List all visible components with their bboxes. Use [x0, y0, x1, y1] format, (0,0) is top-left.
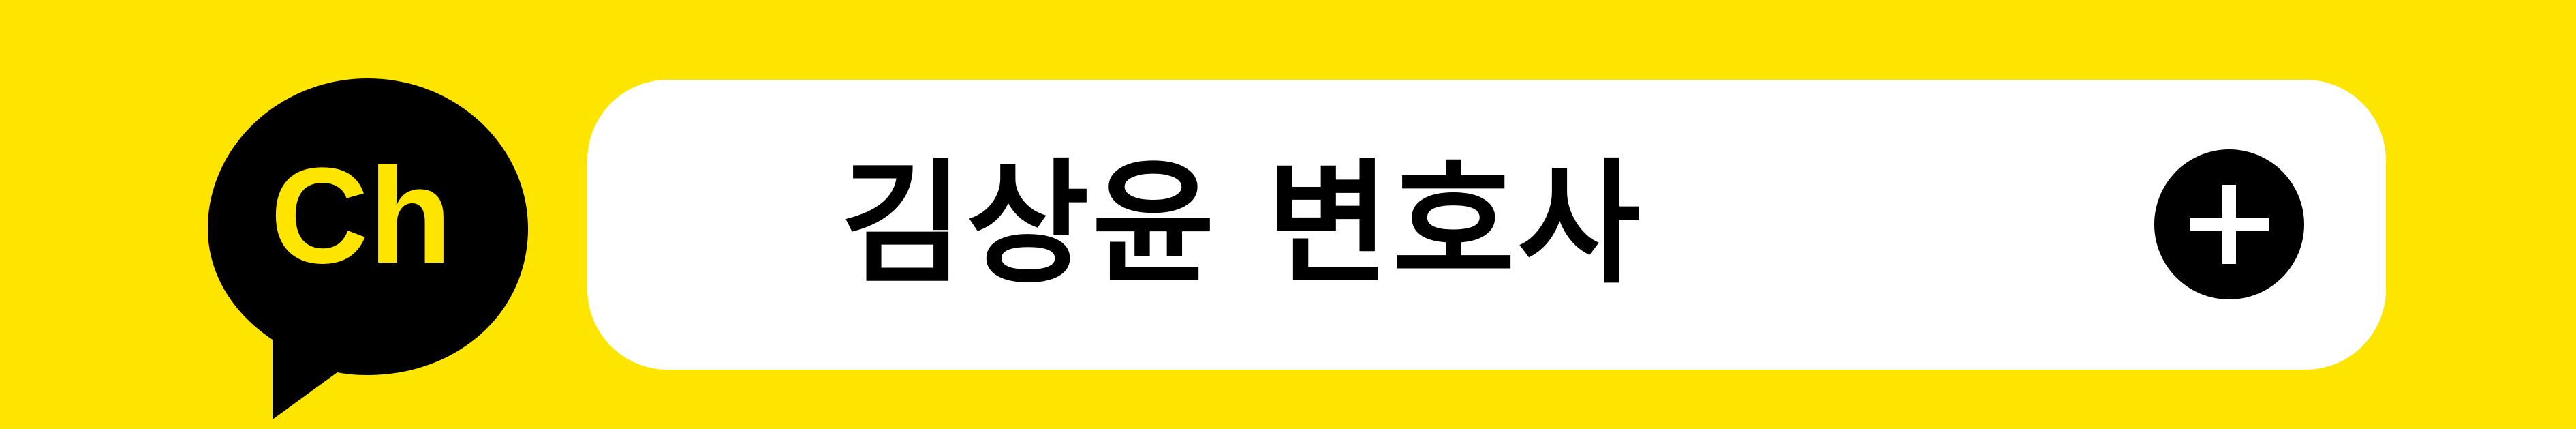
- kakao-channel-logo: Ch: [204, 75, 531, 423]
- add-channel-button[interactable]: [2154, 149, 2304, 299]
- kakao-channel-banner: Ch 김상윤 변호사: [0, 0, 2576, 429]
- kakao-channel-speech-bubble-icon: Ch: [208, 78, 528, 419]
- plus-icon: [2190, 185, 2269, 264]
- channel-name-pill[interactable]: 김상윤 변호사: [587, 80, 2386, 370]
- logo-text: Ch: [270, 140, 452, 292]
- channel-name: 김상윤 변호사: [841, 147, 1644, 302]
